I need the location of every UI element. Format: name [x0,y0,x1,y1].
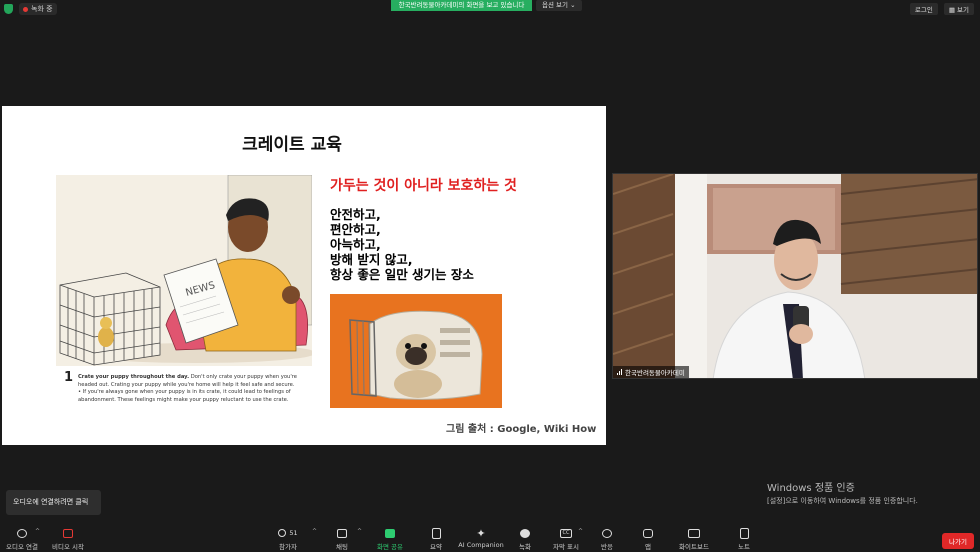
headphones-icon [17,528,27,538]
shared-screen-slide: 크레이트 교육 NEWS 1 Crate your puppy througho… [2,106,606,445]
cc-icon: CC [560,528,572,538]
notes-icon [739,527,749,539]
chat-bubble-icon [337,528,347,538]
zoom-window: 녹화 중 한국반려동물아카데미의 화면을 보고 있습니다 옵션 보기 ⌄ 로그인… [0,0,980,552]
record-label: 녹화 [519,543,531,551]
image-credit: 그림 출처 : Google, Wiki How [446,424,597,435]
view-button[interactable]: ▦ 보기 [943,3,974,15]
slide-line: 아늑하고, [330,237,381,252]
audio-label: 오디오 연결 [6,543,38,551]
notes-button[interactable]: 노트 [714,526,774,551]
sparkle-icon: ✦ [476,526,486,540]
watermark-line1: Windows 정품 인증 [767,483,855,494]
participants-icon [278,529,287,537]
slide-line: 방해 받지 않고, [330,252,413,267]
recording-dot-icon [23,6,28,12]
whiteboard-icon [688,528,700,538]
recording-label: 녹화 중 [31,5,53,13]
chat-label: 채팅 [336,543,348,551]
participants-count: 51 [289,529,298,537]
captions-label: 자막 표시 [553,543,579,551]
participant-video-frame [613,174,977,378]
view-options-label: 옵션 보기 [542,1,568,9]
login-button[interactable]: 로그인 [909,3,938,15]
leave-button[interactable]: 나가기 [942,533,974,549]
participants-button[interactable]: 51 참가자 [258,526,318,551]
summary-label: 요약 [430,543,442,551]
caption-bullet: • If you're always gone when your puppy … [78,389,291,403]
recording-indicator[interactable]: 녹화 중 [19,3,57,15]
signal-bars-icon [617,369,622,375]
share-screen-icon [385,528,395,538]
view-options-button[interactable]: 옵션 보기 ⌄ [536,0,582,11]
participant-name: 한국반려동물아카데미 [625,369,685,377]
participants-label: 참가자 [279,543,297,551]
video-label: 비디오 시작 [52,543,84,551]
share-label: 화면 공유 [377,543,403,551]
top-bar: 녹화 중 한국반려동물아카데미의 화면을 보고 있습니다 옵션 보기 ⌄ 로그인… [0,0,980,18]
illustration-caption: 1 Crate your puppy throughout the day. D… [64,370,314,404]
video-button[interactable]: 비디오 시작 [38,526,98,551]
whiteboard-label: 화이트보드 [679,543,709,551]
summary-doc-icon [431,527,441,539]
photo-image [330,294,502,408]
slide-line: 안전하고, [330,207,381,222]
notes-label: 노트 [738,543,750,551]
emoji-icon [602,528,612,538]
meeting-toolbar: 오디오 연결 ^ 비디오 시작 51 참가자 ^ 채팅 ^ 화면 공유 요약 ✦… [0,526,980,552]
pug-in-carrier-photo [330,294,502,408]
video-off-icon [63,528,73,538]
top-right-controls: 로그인 ▦ 보기 [909,3,974,15]
view-button-label: 보기 [957,6,969,14]
top-left-status: 녹화 중 [4,3,57,15]
record-icon [520,528,530,538]
caption-bold: Crate your puppy throughout the day. [78,374,190,380]
slide-line: 편안하고, [330,222,381,237]
audio-connect-tooltip[interactable]: 오디오에 연결하려면 클릭 [6,490,101,515]
caption-step-number: 1 [64,370,74,385]
screen-share-banner: 한국반려동물아카데미의 화면을 보고 있습니다 [391,0,532,11]
participant-name-tag: 한국반려동물아카데미 [613,366,689,378]
slide-title: 크레이트 교육 [242,135,342,155]
apps-icon [643,528,653,538]
slide-line: 항상 좋은 일만 생기는 장소 [330,267,474,282]
reactions-label: 반응 [601,543,613,551]
windows-activation-watermark: Windows 정품 인증 [설정]으로 이동하여 Windows를 정품 인증… [767,479,918,506]
participant-video-tile[interactable]: 한국반려동물아카데미 [612,173,978,379]
security-shield-icon[interactable] [4,4,13,14]
watermark-line2: [설정]으로 이동하여 Windows를 정품 인증합니다. [767,497,918,505]
illustration-image: NEWS [56,175,312,366]
apps-label: 앱 [645,543,651,551]
slide-bullet-lines: 안전하고, 편안하고, 아늑하고, 방해 받지 않고, 항상 좋은 일만 생기는… [330,207,474,282]
illustration-man-reading-newspaper: NEWS [56,175,312,366]
caption-text-block: Crate your puppy throughout the day. Don… [78,374,314,404]
slide-headline: 가두는 것이 아니라 보호하는 것 [330,178,517,194]
